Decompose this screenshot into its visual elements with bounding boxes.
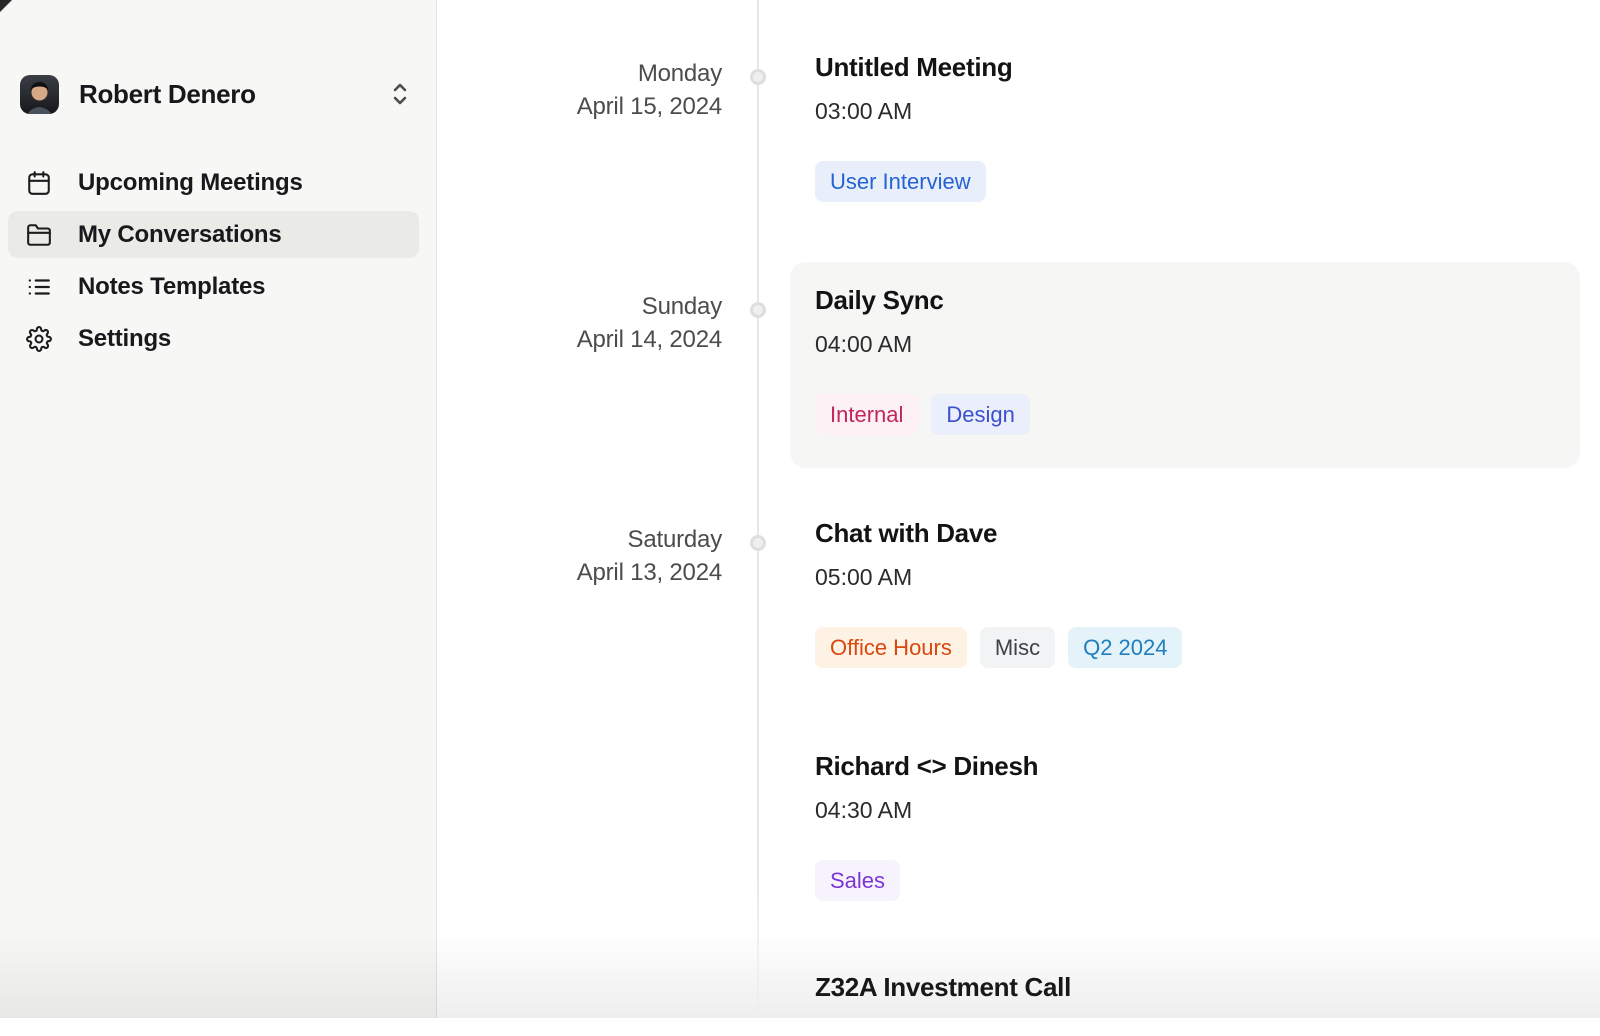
timeline-line [757,0,759,1018]
tag-user-interview: User Interview [815,161,986,202]
meeting-row-chat-with-dave[interactable]: Chat with Dave 05:00 AM Office Hours Mis… [790,495,1580,701]
meeting-title: Z32A Investment Call [815,972,1555,1003]
sidebar-item-label: My Conversations [78,221,282,249]
meeting-title: Daily Sync [815,285,1555,316]
list-icon [26,274,52,300]
date-text: April 13, 2024 [437,556,722,589]
sidebar-item-notes-templates[interactable]: Notes Templates [8,263,419,310]
meeting-row-untitled-meeting[interactable]: Untitled Meeting 03:00 AM User Interview [790,29,1580,235]
tag-row: Internal Design [815,394,1555,435]
account-switcher[interactable]: Robert Denero [20,74,412,114]
sidebar-item-label: Upcoming Meetings [78,169,303,197]
tag-row: User Interview [815,161,1555,202]
sidebar-item-label: Notes Templates [78,273,265,301]
sidebar-nav: Upcoming Meetings My Conversations Notes… [8,159,419,367]
timeline-dot [750,302,766,318]
meeting-title: Untitled Meeting [815,52,1555,83]
date-group-label: Saturday April 13, 2024 [437,523,722,589]
meeting-title: Richard <> Dinesh [815,751,1555,782]
sidebar: Robert Denero Upcoming Meetings [0,0,437,1018]
conversations-timeline: Monday April 15, 2024 Sunday April 14, 2… [437,0,1600,1018]
date-text: April 14, 2024 [437,323,722,356]
tag-office-hours: Office Hours [815,627,967,668]
timeline-dot [750,535,766,551]
sidebar-item-settings[interactable]: Settings [8,315,419,362]
calendar-icon [26,170,52,196]
timeline-dot [750,69,766,85]
day-name: Sunday [437,290,722,323]
tag-internal: Internal [815,394,918,435]
gear-icon [26,326,52,352]
chevron-up-down-icon[interactable] [388,80,412,108]
meeting-time: 03:00 AM [815,98,1555,125]
user-name: Robert Denero [79,79,388,110]
date-group-label: Monday April 15, 2024 [437,57,722,123]
avatar [20,75,59,114]
meeting-row-daily-sync[interactable]: Daily Sync 04:00 AM Internal Design [790,262,1580,468]
meeting-time: 04:00 AM [815,331,1555,358]
tag-design: Design [931,394,1029,435]
meeting-row-z32a-investment-call[interactable]: Z32A Investment Call [790,949,1580,1036]
meeting-time: 04:30 AM [815,797,1555,824]
sidebar-item-label: Settings [78,325,171,353]
folder-icon [26,222,52,248]
day-name: Saturday [437,523,722,556]
tag-row: Office Hours Misc Q2 2024 [815,627,1555,668]
sidebar-item-upcoming-meetings[interactable]: Upcoming Meetings [8,159,419,206]
meeting-title: Chat with Dave [815,518,1555,549]
tag-q2-2024: Q2 2024 [1068,627,1182,668]
day-name: Monday [437,57,722,90]
tag-misc: Misc [980,627,1055,668]
meeting-row-richard-dinesh[interactable]: Richard <> Dinesh 04:30 AM Sales [790,728,1580,934]
window-corner-artifact [0,0,22,22]
tag-row: Sales [815,860,1555,901]
meeting-time: 05:00 AM [815,564,1555,591]
date-text: April 15, 2024 [437,90,722,123]
date-group-label: Sunday April 14, 2024 [437,290,722,356]
sidebar-item-my-conversations[interactable]: My Conversations [8,211,419,258]
tag-sales: Sales [815,860,900,901]
